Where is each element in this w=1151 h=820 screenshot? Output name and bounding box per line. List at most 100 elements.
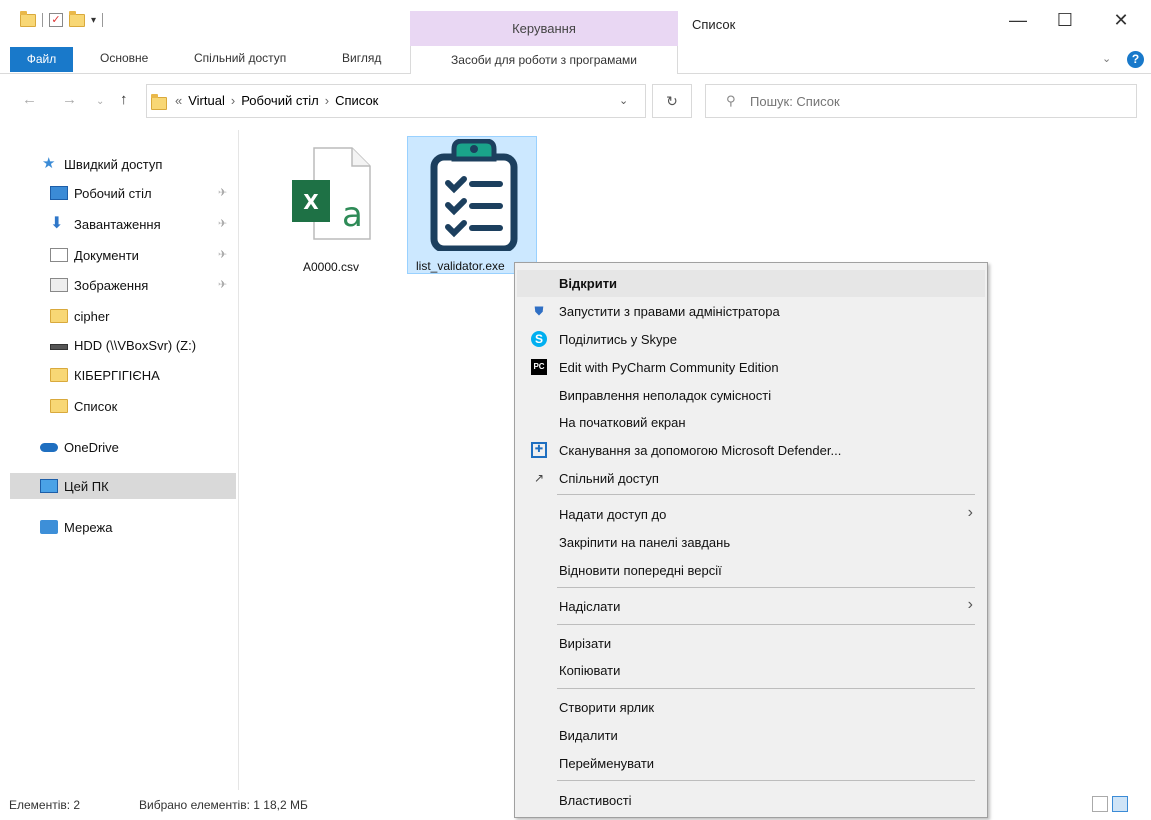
sidebar-item-label: Завантаження <box>74 216 161 232</box>
refresh-button[interactable]: ↻ <box>652 84 692 118</box>
view-switcher <box>1092 796 1128 812</box>
sidebar-item-cipher[interactable]: cipher <box>50 303 236 329</box>
menu-item-send-to[interactable]: Надіслати › <box>517 593 985 620</box>
back-arrow-icon[interactable]: ← <box>22 91 37 108</box>
search-box[interactable]: ⚲ <box>705 84 1137 118</box>
sidebar-item-pictures[interactable]: Зображення <box>50 272 236 298</box>
tab-application-tools[interactable]: Засоби для роботи з програмами <box>410 46 678 74</box>
menu-separator <box>557 688 975 689</box>
address-history-chevron-icon[interactable]: ⌄ <box>619 94 628 107</box>
quick-access-toolbar: ✓ ▾ <box>20 10 104 27</box>
menu-item-run-as-admin[interactable]: ⛊ Запустити з правами адміністратора <box>517 298 985 325</box>
forward-arrow-icon[interactable]: → <box>62 91 77 108</box>
this-pc-icon <box>40 479 58 493</box>
pin-icon[interactable]: ✈ <box>218 217 227 230</box>
skype-icon: S <box>531 331 547 347</box>
menu-item-restore-versions[interactable]: Відновити попередні версії <box>517 557 985 584</box>
tab-home[interactable]: Основне <box>100 51 148 65</box>
menu-item-label: Сканування за допомогою Microsoft Defend… <box>559 443 842 458</box>
breadcrumb-item[interactable]: Virtual <box>188 93 225 108</box>
maximize-button[interactable]: ☐ <box>1050 10 1080 31</box>
menu-item-pin-taskbar[interactable]: Закріпити на панелі завдань <box>517 529 985 556</box>
details-view-icon[interactable] <box>1092 796 1108 812</box>
sidebar-item-hdd[interactable]: HDD (\\VBoxSvr) (Z:) <box>50 332 236 358</box>
new-folder-icon[interactable] <box>69 10 85 27</box>
tab-file[interactable]: Файл <box>10 47 73 72</box>
menu-item-defender-scan[interactable]: ✚ Сканування за допомогою Microsoft Defen… <box>517 437 985 464</box>
menu-item-share[interactable]: ↗ Спільний доступ <box>517 465 985 492</box>
breadcrumb-overflow[interactable]: « <box>175 93 182 108</box>
pictures-icon <box>50 278 68 292</box>
menu-item-compatibility[interactable]: Виправлення неполадок сумісності <box>517 382 985 409</box>
sidebar-item-label: Цей ПК <box>64 478 109 494</box>
address-bar[interactable]: « Virtual › Робочий стіл › Список ⌄ <box>146 84 646 118</box>
folder-icon <box>50 309 68 323</box>
download-icon: ⬇ <box>50 215 64 232</box>
menu-item-create-shortcut[interactable]: Створити ярлик <box>517 694 985 721</box>
sidebar-item-downloads[interactable]: ⬇ Завантаження <box>50 211 236 237</box>
menu-separator <box>557 494 975 495</box>
menu-item-open[interactable]: Відкрити <box>517 270 985 297</box>
menu-item-label: Відкрити <box>559 276 618 291</box>
manage-contextual-header: Керування <box>410 11 678 46</box>
pin-icon[interactable]: ✈ <box>218 186 227 199</box>
menu-item-skype[interactable]: S Поділитись у Skype <box>517 326 985 353</box>
pin-icon[interactable]: ✈ <box>218 248 227 261</box>
breadcrumb-item[interactable]: Робочий стіл <box>241 93 319 108</box>
context-menu: Відкрити ⛊ Запустити з правами адміністра… <box>514 262 988 818</box>
breadcrumb-item[interactable]: Список <box>335 93 378 108</box>
properties-checkbox-icon[interactable]: ✓ <box>49 13 63 27</box>
window-title: Список <box>692 17 736 32</box>
sidebar-item-this-pc[interactable]: Цей ПК <box>10 473 236 499</box>
customize-toolbar-dropdown[interactable]: ▾ <box>91 15 96 26</box>
menu-item-label: На початковий екран <box>559 415 686 430</box>
tab-view[interactable]: Вигляд <box>342 51 381 65</box>
expand-ribbon-chevron-icon[interactable]: ⌄ <box>1102 52 1111 65</box>
recent-locations-chevron-icon[interactable]: ⌄ <box>96 96 104 107</box>
network-drive-icon <box>50 344 68 350</box>
menu-item-rename[interactable]: Перейменувати <box>517 750 985 777</box>
up-arrow-icon[interactable]: ↑ <box>120 91 128 108</box>
menu-item-copy[interactable]: Копіювати <box>517 657 985 684</box>
sidebar-item-label: Робочий стіл <box>74 185 152 201</box>
file-item-selected[interactable]: list_validator.exe <box>407 136 537 274</box>
menu-separator <box>557 624 975 625</box>
menu-item-label: Виправлення неполадок сумісності <box>559 388 772 403</box>
menu-item-give-access[interactable]: Надати доступ до › <box>517 501 985 528</box>
star-icon: ★ <box>42 155 56 172</box>
defender-icon: ✚ <box>531 442 547 458</box>
menu-item-label: Відновити попередні версії <box>559 563 722 578</box>
selection-info: Вибрано елементів: 1 18,2 МБ <box>139 798 308 812</box>
sidebar-item-onedrive[interactable]: OneDrive <box>40 434 236 460</box>
separator <box>102 13 104 27</box>
breadcrumb-separator-icon[interactable]: › <box>231 93 235 108</box>
menu-item-pycharm[interactable]: PC Edit with PyCharm Community Edition <box>517 354 985 381</box>
menu-item-label: Вирізати <box>559 636 612 651</box>
help-icon[interactable]: ? <box>1127 51 1144 68</box>
onedrive-icon <box>40 442 58 452</box>
sidebar-item-cyberhygiene[interactable]: КІБЕРГІГІЄНА <box>50 362 236 388</box>
close-button[interactable]: ✕ <box>1106 10 1136 31</box>
tab-share[interactable]: Спільний доступ <box>194 51 286 65</box>
breadcrumb-separator-icon[interactable]: › <box>325 93 329 108</box>
documents-icon <box>50 248 68 262</box>
sidebar-item-desktop[interactable]: Робочий стіл <box>50 180 236 206</box>
search-input[interactable] <box>750 91 1130 111</box>
sidebar-item-label: Мережа <box>64 519 113 535</box>
menu-item-label: Надіслати <box>559 599 621 614</box>
menu-item-cut[interactable]: Вирізати <box>517 630 985 657</box>
sidebar-item-network[interactable]: Мережа <box>40 514 236 540</box>
pin-icon[interactable]: ✈ <box>218 278 227 291</box>
menu-item-pin-start[interactable]: На початковий екран <box>517 409 985 436</box>
file-item[interactable]: X a A0000.csv <box>266 136 396 274</box>
submenu-arrow-icon: › <box>967 504 973 521</box>
minimize-button[interactable]: — <box>1003 10 1033 31</box>
large-icons-view-icon[interactable] <box>1112 796 1128 812</box>
sidebar-item-spysok[interactable]: Список <box>50 393 236 419</box>
pane-divider[interactable] <box>238 130 239 790</box>
menu-item-delete[interactable]: Видалити <box>517 722 985 749</box>
sidebar-item-documents[interactable]: Документи <box>50 242 236 268</box>
sidebar-item-quick-access[interactable]: ★ Швидкий доступ <box>42 151 278 177</box>
title-bar: ✓ ▾ Керування Список — ☐ ✕ <box>0 0 1151 46</box>
menu-item-label: Закріпити на панелі завдань <box>559 535 731 550</box>
